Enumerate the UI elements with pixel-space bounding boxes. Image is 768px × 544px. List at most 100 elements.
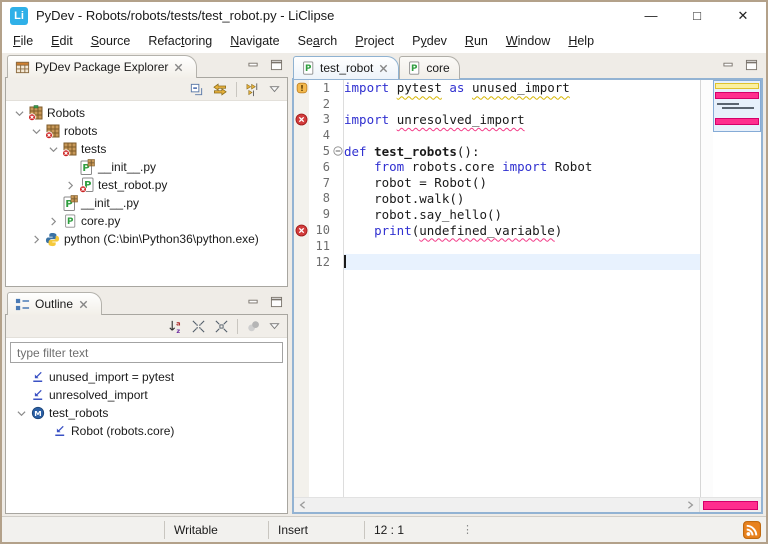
scroll-left-icon[interactable] — [299, 501, 307, 509]
menu-source[interactable]: Source — [82, 31, 140, 51]
menu-file[interactable]: File — [4, 31, 42, 51]
maximize-view-icon[interactable] — [270, 296, 283, 308]
tree-item-label: unresolved_import — [47, 388, 148, 402]
minimize-view-icon[interactable] — [722, 59, 735, 71]
editor-tab-test_robot[interactable]: Ptest_robot — [293, 56, 399, 79]
tree-item[interactable]: python (C:\bin\Python36\python.exe) — [6, 230, 287, 248]
import-icon — [52, 424, 67, 439]
editor-area: Ptest_robotPcore !1import pytest as unus… — [292, 55, 763, 514]
menu-pydev[interactable]: Pydev — [403, 31, 456, 51]
menu-arrow-icon[interactable] — [269, 322, 280, 330]
minimap-error-mark[interactable] — [715, 118, 759, 125]
code-line[interactable]: 5def test_robots(): — [294, 143, 700, 159]
rss-news-icon[interactable] — [743, 521, 761, 539]
import-icon — [30, 370, 45, 385]
line-number: 12 — [309, 255, 332, 269]
tree-item[interactable]: robots — [6, 122, 287, 140]
code-line[interactable]: 6 from robots.core import Robot — [294, 159, 700, 175]
toolbar-separator — [237, 319, 238, 334]
chevron-right-icon[interactable] — [32, 235, 41, 244]
code-line[interactable]: 4 — [294, 127, 700, 143]
tree-item[interactable]: tests — [6, 140, 287, 158]
minimize-view-icon[interactable] — [247, 296, 260, 308]
filters-disabled-icon[interactable] — [246, 319, 261, 334]
menu-project[interactable]: Project — [346, 31, 403, 51]
collapse-all-icon[interactable] — [189, 82, 204, 97]
focus-arrows-icon[interactable] — [245, 82, 261, 97]
code-line[interactable]: 12 — [294, 254, 700, 270]
menu-bar: FileEditSourceRefactoringNavigateSearchP… — [2, 29, 766, 53]
maximize-button[interactable]: □ — [674, 2, 720, 29]
minimap-warning-mark[interactable] — [715, 83, 759, 89]
tree-item[interactable]: Robots — [6, 104, 287, 122]
code-line[interactable]: 2 — [294, 96, 700, 112]
maximize-view-icon[interactable] — [745, 59, 758, 71]
package-error-icon — [62, 141, 78, 157]
filter-input[interactable] — [10, 342, 283, 363]
tree-item[interactable]: Ptest_robot.py — [6, 176, 287, 194]
minimap-line-mark[interactable] — [717, 103, 739, 105]
tab-outline[interactable]: Outline — [7, 292, 102, 315]
code-line[interactable]: 3import unresolved_import — [294, 112, 700, 128]
svg-text:P: P — [305, 64, 312, 74]
tree-item[interactable]: P__init__.py — [6, 158, 287, 176]
fold-icon[interactable] — [333, 146, 343, 156]
code-line[interactable]: 11 — [294, 238, 700, 254]
minimize-button[interactable]: — — [628, 2, 674, 29]
chevron-down-icon[interactable] — [15, 109, 24, 118]
sort-az-icon[interactable]: az — [168, 319, 183, 334]
pyfile-icon: P — [301, 60, 315, 76]
tree-item[interactable]: unused_import = pytest — [6, 368, 287, 386]
code-line[interactable]: 8 robot.walk() — [294, 191, 700, 207]
chevron-down-icon[interactable] — [17, 409, 26, 418]
chevron-down-icon[interactable] — [49, 145, 58, 154]
minimap-line-mark[interactable] — [722, 107, 754, 109]
menu-window[interactable]: Window — [497, 31, 559, 51]
code-line[interactable]: 10 print(undefined_variable) — [294, 222, 700, 238]
code-line[interactable]: !1import pytest as unused_import — [294, 80, 700, 96]
code-editor[interactable]: !1import pytest as unused_import23import… — [294, 80, 700, 497]
error-overview-bar — [703, 501, 758, 510]
tree-item[interactable]: Mtest_robots — [6, 404, 287, 422]
tree-item[interactable]: P__init__.py — [6, 194, 287, 212]
expand-out-icon[interactable] — [214, 319, 229, 334]
editor-tab-core[interactable]: Pcore — [399, 56, 459, 79]
tree-item[interactable]: Pcore.py — [6, 212, 287, 230]
code-line[interactable]: 9 robot.say_hello() — [294, 206, 700, 222]
horizontal-scrollbar[interactable] — [294, 498, 699, 512]
line-number: 3 — [309, 112, 332, 126]
tab-package-explorer[interactable]: PyDev Package Explorer — [7, 55, 197, 78]
trim-drag-handle[interactable]: ⋮ — [462, 523, 473, 536]
vertical-scrollbar[interactable] — [700, 80, 713, 497]
line-number: 2 — [309, 97, 332, 111]
scroll-right-icon[interactable] — [686, 501, 694, 509]
close-icon[interactable] — [378, 63, 389, 74]
liclipse-logo-icon: Li — [10, 7, 28, 25]
minimize-view-icon[interactable] — [247, 59, 260, 71]
minimap-error-mark[interactable] — [715, 92, 759, 99]
menu-search[interactable]: Search — [289, 31, 347, 51]
maximize-view-icon[interactable] — [270, 59, 283, 71]
menu-help[interactable]: Help — [559, 31, 603, 51]
overview-ruler[interactable] — [713, 80, 761, 497]
collapse-in-icon[interactable] — [191, 319, 206, 334]
chevron-right-icon[interactable] — [49, 217, 58, 226]
close-button[interactable]: ✕ — [720, 2, 766, 29]
menu-navigate[interactable]: Navigate — [221, 31, 288, 51]
tree-item[interactable]: unresolved_import — [6, 386, 287, 404]
chevron-right-icon[interactable] — [66, 181, 75, 190]
menu-run[interactable]: Run — [456, 31, 497, 51]
tree-item[interactable]: Robot (robots.core) — [6, 422, 287, 440]
project-error-icon — [28, 105, 44, 121]
menu-refactoring[interactable]: Refactoring — [139, 31, 221, 51]
chevron-down-icon[interactable] — [32, 127, 41, 136]
outline-title: Outline — [35, 297, 73, 311]
menu-edit[interactable]: Edit — [42, 31, 82, 51]
close-icon[interactable] — [78, 299, 89, 310]
close-icon[interactable] — [173, 62, 184, 73]
code-line[interactable]: 7 robot = Robot() — [294, 175, 700, 191]
tree-item-label: test_robots — [47, 406, 108, 420]
code-line-text: robot = Robot() — [344, 175, 700, 191]
menu-arrow-icon[interactable] — [269, 85, 280, 93]
link-editor-icon[interactable] — [212, 82, 228, 97]
